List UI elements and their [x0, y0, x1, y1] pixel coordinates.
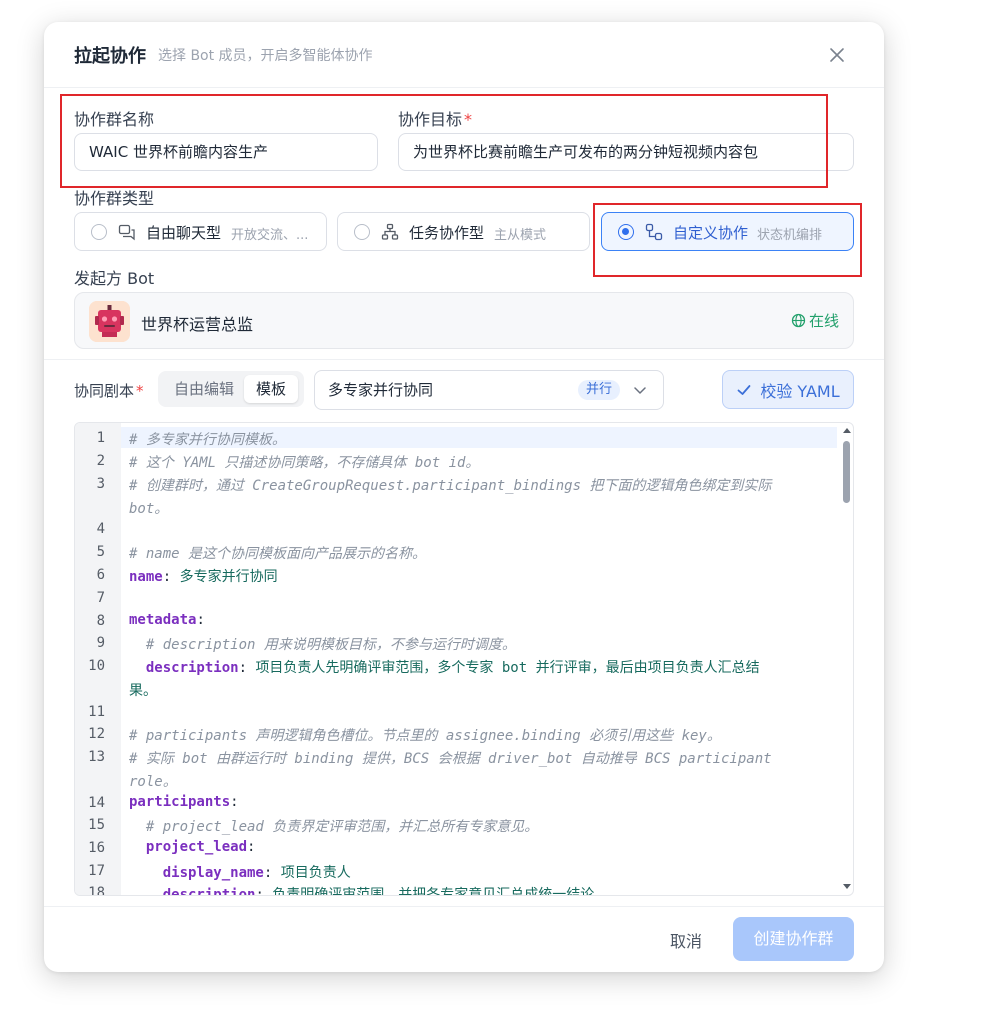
section-divider	[44, 359, 884, 360]
template-select[interactable]: 多专家并行协同 并行	[314, 370, 664, 410]
line-number: 9	[96, 635, 105, 651]
dialog-title: 拉起协作	[74, 46, 146, 67]
globe-icon	[791, 313, 806, 328]
radio-button[interactable]	[354, 224, 370, 240]
code-line: 果。	[129, 683, 157, 699]
line-number: 17	[88, 863, 105, 879]
code-line: name: 多专家并行协同	[129, 569, 278, 585]
code-line: # 创建群时，通过 CreateGroupRequest.participant…	[129, 478, 772, 494]
footer-divider	[44, 906, 884, 907]
yaml-key: name	[129, 569, 163, 585]
tab-free-edit[interactable]: 自由编辑	[162, 375, 246, 403]
dialog-header: 拉起协作 选择 Bot 成员，开启多智能体协作	[44, 22, 884, 88]
type-option-label: 任务协作型	[409, 224, 485, 242]
line-number: 6	[96, 567, 105, 583]
robot-avatar-icon	[89, 301, 130, 342]
yaml-value: 多专家并行协同	[179, 569, 278, 585]
type-option-free-chat[interactable]: 自由聊天型 开放交流、...	[74, 212, 327, 251]
yaml-value: 负责明确评审范围，并把各专家意见汇总成统一结论。	[272, 887, 609, 896]
scroll-up-arrow-icon[interactable]	[842, 426, 852, 434]
yaml-code-editor[interactable]: 1 2 3 4 5 6 7 8 9 10 11 12 13 14 15 16 1…	[74, 422, 854, 896]
code-line: # 实际 bot 由群运行时 binding 提供，BCS 会根据 driver…	[129, 751, 772, 767]
type-label: 协作群类型	[74, 189, 155, 208]
code-line: description: 项目负责人先明确评审范围，多个专家 bot 并行评审，…	[129, 660, 760, 676]
line-number: 12	[88, 726, 105, 742]
chevron-down-icon	[634, 387, 646, 394]
line-number: 3	[96, 476, 105, 492]
code-line: # 多专家并行协同模板。	[129, 432, 286, 448]
yaml-key: participants	[129, 794, 231, 810]
hierarchy-icon	[381, 223, 399, 240]
line-number: 4	[96, 521, 105, 537]
yaml-value: 项目负责人	[280, 865, 351, 881]
line-number: 1	[96, 430, 105, 446]
dialog-subtitle: 选择 Bot 成员，开启多智能体协作	[158, 48, 373, 64]
radio-button[interactable]	[91, 224, 107, 240]
yaml-key: metadata	[129, 612, 197, 628]
editor-scrollbar[interactable]	[839, 423, 853, 895]
mode-switch: 自由编辑 模板	[158, 371, 304, 407]
cancel-button[interactable]: 取消	[656, 927, 716, 957]
code-line: # name 是这个协同模板面向产品展示的名称。	[129, 546, 426, 562]
yaml-value: 项目负责人先明确评审范围，多个专家 bot 并行评审，最后由项目负责人汇总结	[255, 660, 760, 676]
code-line: # participants 声明逻辑角色槽位。节点里的 assignee.bi…	[129, 728, 721, 744]
code-line: role。	[129, 774, 177, 790]
yaml-key: description	[129, 660, 239, 676]
type-option-label: 自由聊天型	[146, 224, 222, 242]
tab-template[interactable]: 模板	[244, 375, 299, 403]
line-number: 16	[88, 840, 105, 856]
type-option-desc: 开放交流、...	[231, 228, 309, 243]
highlight-box-group-info	[60, 94, 828, 188]
close-icon	[830, 48, 844, 62]
line-number: 5	[96, 544, 105, 560]
line-number: 7	[96, 590, 105, 606]
line-number: 8	[96, 613, 105, 629]
code-line: participants:	[129, 794, 239, 810]
code-line: metadata:	[129, 612, 205, 628]
template-tag: 并行	[578, 380, 621, 400]
yaml-key: description	[129, 887, 256, 896]
code-line: project_lead:	[129, 839, 256, 855]
close-button[interactable]	[826, 44, 848, 66]
line-number: 2	[96, 453, 105, 469]
validate-yaml-button[interactable]: 校验 YAML	[722, 370, 854, 409]
line-number: 11	[88, 704, 105, 720]
create-collaboration-dialog: 拉起协作 选择 Bot 成员，开启多智能体协作 协作群名称 WAIC 世界杯前瞻…	[44, 22, 884, 972]
bot-name: 世界杯运营总监	[141, 315, 254, 334]
status-badge: 在线	[791, 310, 839, 331]
code-line: # project_lead 负责界定评审范围，并汇总所有专家意见。	[129, 819, 539, 835]
required-mark: *	[136, 382, 144, 400]
check-icon	[737, 384, 751, 395]
scroll-down-arrow-icon[interactable]	[842, 883, 852, 891]
code-line: description: 负责明确评审范围，并把各专家意见汇总成统一结论。	[129, 884, 609, 896]
code-line: # 这个 YAML 只描述协同策略，不存储具体 bot id。	[129, 455, 480, 471]
line-number: 10	[88, 658, 105, 674]
line-number: 18	[88, 885, 105, 896]
script-label: 协同剧本 *	[74, 382, 144, 400]
highlight-box-custom-type	[593, 203, 862, 277]
status-text: 在线	[809, 312, 840, 330]
yaml-key: project_lead	[129, 839, 248, 855]
line-number: 14	[88, 795, 105, 811]
type-option-desc: 主从模式	[494, 228, 547, 243]
initiator-bot-card: 世界杯运营总监 在线	[74, 292, 854, 349]
code-line: display_name: 项目负责人	[129, 865, 351, 881]
code-line: # description 用来说明模板目标，不参与运行时调度。	[129, 637, 516, 653]
line-number: 13	[88, 749, 105, 765]
create-group-button[interactable]: 创建协作群	[733, 917, 854, 961]
code-line: bot。	[129, 501, 169, 517]
line-number: 15	[88, 817, 105, 833]
avatar	[89, 301, 130, 342]
validate-yaml-label: 校验 YAML	[760, 381, 840, 401]
scrollbar-thumb[interactable]	[843, 441, 850, 503]
yaml-key: display_name	[129, 865, 264, 881]
chat-icon	[118, 224, 135, 241]
template-select-value: 多专家并行协同	[328, 381, 434, 399]
type-option-task[interactable]: 任务协作型 主从模式	[337, 212, 590, 251]
initiator-label: 发起方 Bot	[74, 269, 155, 288]
line-number-gutter: 1 2 3 4 5 6 7 8 9 10 11 12 13 14 15 16 1…	[75, 423, 121, 896]
